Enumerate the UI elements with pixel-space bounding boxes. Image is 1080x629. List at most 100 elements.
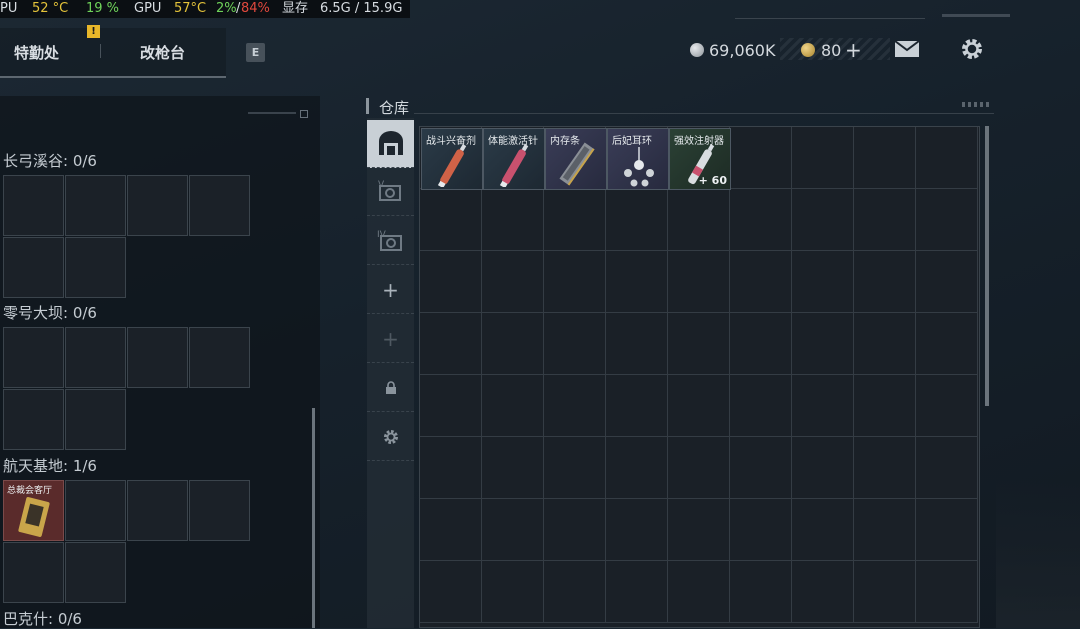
- sidebar-settings-button[interactable]: [367, 413, 414, 461]
- grid-cell[interactable]: [792, 189, 854, 251]
- grid-cell[interactable]: [854, 127, 916, 189]
- grid-cell[interactable]: [544, 375, 606, 437]
- grid-cell[interactable]: [916, 251, 978, 313]
- grid-cell[interactable]: [482, 499, 544, 561]
- grid-cell[interactable]: [482, 189, 544, 251]
- grid-cell[interactable]: [420, 375, 482, 437]
- grid-cell[interactable]: [544, 313, 606, 375]
- settings-gear-icon[interactable]: [960, 37, 984, 61]
- grid-cell[interactable]: [482, 437, 544, 499]
- room-slot[interactable]: [3, 327, 64, 388]
- room-slot[interactable]: [65, 480, 126, 541]
- storage-tab[interactable]: [367, 120, 414, 168]
- grid-cell[interactable]: [792, 437, 854, 499]
- grid-cell[interactable]: [916, 189, 978, 251]
- room-slot[interactable]: [189, 327, 250, 388]
- room-slot[interactable]: [3, 542, 64, 603]
- room-slot[interactable]: [65, 542, 126, 603]
- grid-cell[interactable]: [730, 561, 792, 623]
- tab-special-ops[interactable]: 特勤处: [14, 42, 59, 63]
- grid-cell[interactable]: [730, 189, 792, 251]
- grid-cell[interactable]: [606, 313, 668, 375]
- grid-cell[interactable]: [420, 561, 482, 623]
- add-currency-button[interactable]: +: [845, 38, 862, 62]
- grid-cell[interactable]: [606, 437, 668, 499]
- grid-cell[interactable]: [792, 127, 854, 189]
- grid-cell[interactable]: [916, 375, 978, 437]
- room-slot[interactable]: [3, 237, 64, 298]
- inventory-item[interactable]: 后妃耳环: [607, 128, 669, 190]
- grid-cell[interactable]: [730, 251, 792, 313]
- grid-cell[interactable]: [854, 189, 916, 251]
- inventory-item[interactable]: 内存条: [545, 128, 607, 190]
- grid-cell[interactable]: [544, 437, 606, 499]
- grid-cell[interactable]: [606, 251, 668, 313]
- room-slot[interactable]: [189, 175, 250, 236]
- grid-cell[interactable]: [668, 251, 730, 313]
- grid-cell[interactable]: [730, 437, 792, 499]
- room-panel-scrollbar[interactable]: [312, 408, 315, 628]
- grid-cell[interactable]: [482, 313, 544, 375]
- grid-cell[interactable]: [916, 561, 978, 623]
- grid-cell[interactable]: [792, 251, 854, 313]
- grid-cell[interactable]: [544, 189, 606, 251]
- add-storage-button[interactable]: +: [367, 266, 414, 314]
- grid-cell[interactable]: [854, 375, 916, 437]
- grid-cell[interactable]: [668, 313, 730, 375]
- grid-cell[interactable]: [730, 313, 792, 375]
- grid-cell[interactable]: [916, 127, 978, 189]
- grid-cell[interactable]: [854, 437, 916, 499]
- grid-cell[interactable]: [668, 499, 730, 561]
- grid-cell[interactable]: [482, 375, 544, 437]
- grid-cell[interactable]: [606, 189, 668, 251]
- grid-cell[interactable]: [420, 251, 482, 313]
- grid-cell[interactable]: [792, 313, 854, 375]
- tab-gunsmith[interactable]: 改枪台: [140, 42, 185, 63]
- room-slot[interactable]: [3, 389, 64, 450]
- grid-cell[interactable]: [420, 499, 482, 561]
- grid-cell[interactable]: [854, 313, 916, 375]
- grid-cell[interactable]: [606, 499, 668, 561]
- grid-cell[interactable]: [544, 251, 606, 313]
- case-iv-tab[interactable]: IV: [367, 217, 414, 265]
- grid-cell[interactable]: [606, 375, 668, 437]
- grid-cell[interactable]: [792, 375, 854, 437]
- grid-cell[interactable]: [544, 561, 606, 623]
- inventory-item[interactable]: 战斗兴奋剂: [421, 128, 483, 190]
- grid-cell[interactable]: [854, 499, 916, 561]
- room-slot-filled[interactable]: 总裁会客厅: [3, 480, 64, 541]
- case-v-tab[interactable]: V: [367, 168, 414, 216]
- grid-cell[interactable]: [668, 561, 730, 623]
- grid-cell[interactable]: [420, 189, 482, 251]
- grid-cell[interactable]: [420, 437, 482, 499]
- room-slot[interactable]: [65, 389, 126, 450]
- grid-cell[interactable]: [916, 499, 978, 561]
- grid-cell[interactable]: [916, 313, 978, 375]
- room-slot[interactable]: [189, 480, 250, 541]
- mail-icon[interactable]: [894, 40, 920, 58]
- inventory-item[interactable]: 体能激活针: [483, 128, 545, 190]
- grid-cell[interactable]: [730, 375, 792, 437]
- room-slot[interactable]: [65, 237, 126, 298]
- grid-cell[interactable]: [668, 437, 730, 499]
- grid-cell[interactable]: [606, 561, 668, 623]
- grid-cell[interactable]: [916, 437, 978, 499]
- grid-cell[interactable]: [668, 189, 730, 251]
- grid-cell[interactable]: [420, 313, 482, 375]
- grid-cell[interactable]: [730, 127, 792, 189]
- room-slot[interactable]: [65, 327, 126, 388]
- lock-button[interactable]: [367, 364, 414, 412]
- grid-cell[interactable]: [482, 251, 544, 313]
- grid-cell[interactable]: [854, 251, 916, 313]
- grid-cell[interactable]: [730, 499, 792, 561]
- grid-cell[interactable]: [544, 499, 606, 561]
- room-slot[interactable]: [127, 480, 188, 541]
- room-slot[interactable]: [3, 175, 64, 236]
- room-slot[interactable]: [127, 327, 188, 388]
- room-slot[interactable]: [127, 175, 188, 236]
- grid-cell[interactable]: [854, 561, 916, 623]
- grid-cell[interactable]: [482, 561, 544, 623]
- warehouse-scrollbar[interactable]: [985, 126, 989, 406]
- key-hint-e[interactable]: E: [246, 43, 265, 62]
- grid-cell[interactable]: [668, 375, 730, 437]
